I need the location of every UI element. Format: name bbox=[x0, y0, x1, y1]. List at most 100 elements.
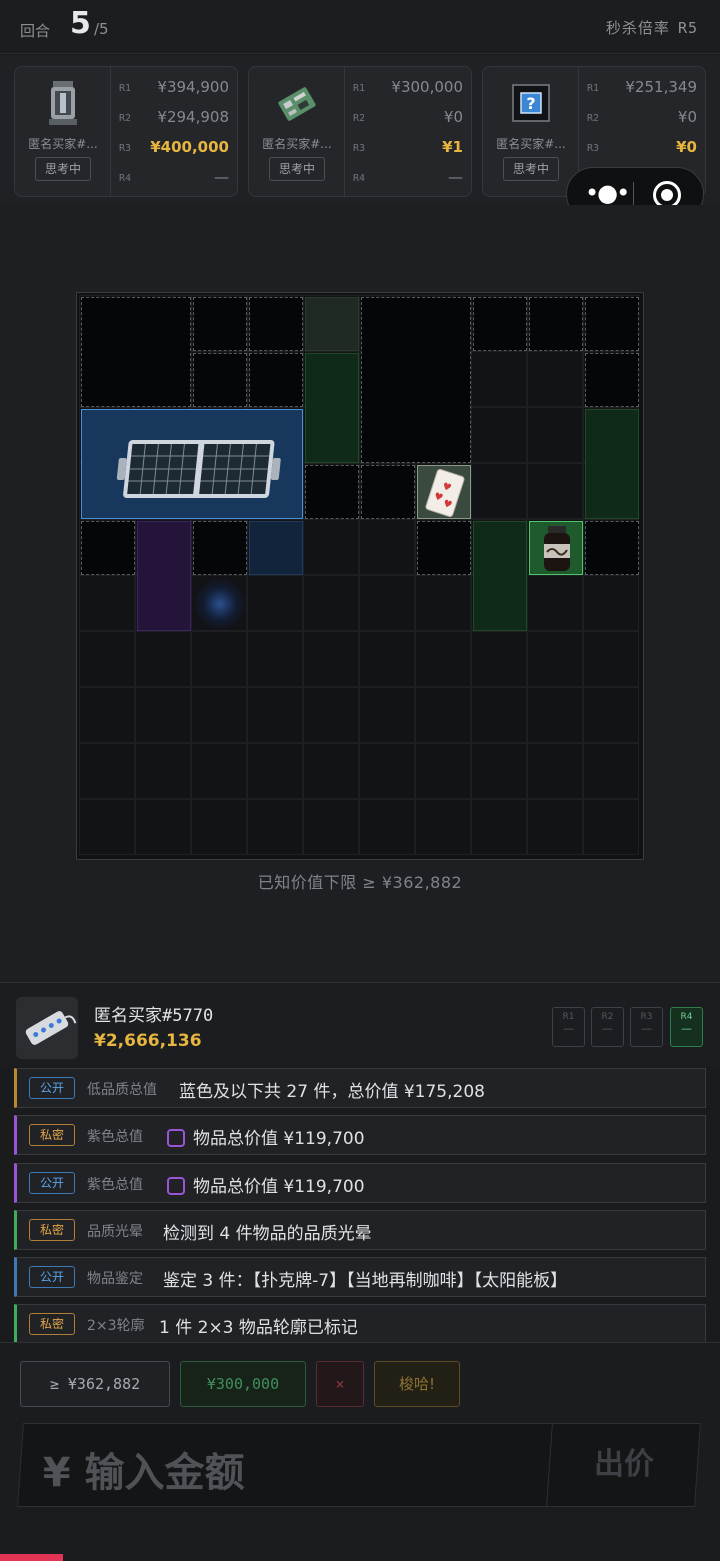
grid-cell[interactable] bbox=[415, 575, 471, 631]
grid-cell[interactable] bbox=[135, 631, 191, 687]
round-chip-r4: R4— bbox=[670, 1007, 703, 1047]
grid-cell[interactable] bbox=[247, 631, 303, 687]
clue-item[interactable]: 公开 低品质总值 蓝色及以下共 27 件，总价值 ¥175,208 bbox=[14, 1068, 706, 1108]
clue-item[interactable]: 私密 2×3轮廓 1 件 2×3 物品轮廓已标记 bbox=[14, 1304, 706, 1342]
clue-text: 蓝色及以下共 27 件，总价值 ¥175,208 bbox=[179, 1082, 485, 1102]
all-in-button[interactable]: 梭哈! bbox=[374, 1361, 460, 1407]
grid-cell[interactable] bbox=[527, 631, 583, 687]
bid-value: ¥394,900 bbox=[157, 78, 229, 96]
grid-cell[interactable] bbox=[303, 799, 359, 855]
clue-text-wrap: 物品总价值 ¥119,700 bbox=[167, 1124, 365, 1149]
clue-item[interactable]: 私密 品质光晕 检测到 4 件物品的品质光晕 bbox=[14, 1210, 706, 1250]
grid-cell[interactable] bbox=[191, 743, 247, 799]
grid-cell[interactable] bbox=[359, 743, 415, 799]
bid-row: R1 ¥300,000 bbox=[353, 75, 467, 105]
grid-cell[interactable] bbox=[583, 631, 639, 687]
green-quality-slot[interactable] bbox=[585, 409, 639, 519]
grid-cell[interactable] bbox=[471, 631, 527, 687]
green-quality-slot[interactable] bbox=[305, 297, 359, 351]
grid-cell[interactable] bbox=[79, 575, 135, 631]
grid-cell[interactable] bbox=[191, 687, 247, 743]
grid-cell[interactable] bbox=[191, 631, 247, 687]
grid-cell[interactable] bbox=[527, 407, 583, 463]
grid-cell[interactable] bbox=[247, 687, 303, 743]
grid-cell[interactable] bbox=[527, 799, 583, 855]
grid-cell[interactable] bbox=[527, 575, 583, 631]
grid-cell[interactable] bbox=[583, 799, 639, 855]
clear-button[interactable]: × bbox=[316, 1361, 364, 1407]
bid-button[interactable]: 出价 bbox=[546, 1424, 700, 1506]
grid-cell[interactable] bbox=[527, 463, 583, 519]
clue-item[interactable]: 公开 紫色总值 物品总价值 ¥119,700 bbox=[14, 1163, 706, 1203]
green-quality-slot[interactable] bbox=[305, 353, 359, 463]
green-quality-slot[interactable] bbox=[473, 521, 527, 631]
grid-cell[interactable] bbox=[583, 575, 639, 631]
grid-cell[interactable] bbox=[247, 743, 303, 799]
grid-cell[interactable] bbox=[303, 519, 359, 575]
grid-cell[interactable] bbox=[527, 743, 583, 799]
round-chip-value: — bbox=[602, 1022, 613, 1035]
grid-cell[interactable] bbox=[359, 799, 415, 855]
grid-cell[interactable] bbox=[303, 743, 359, 799]
grid-cell[interactable] bbox=[415, 687, 471, 743]
grid-cell[interactable] bbox=[135, 687, 191, 743]
blue-quality-slot[interactable] bbox=[249, 521, 303, 575]
purple-quality-slot[interactable] bbox=[137, 521, 191, 631]
grid-cell[interactable] bbox=[471, 407, 527, 463]
grid-cell[interactable] bbox=[303, 687, 359, 743]
grid-cell[interactable] bbox=[471, 799, 527, 855]
bid-value: — bbox=[214, 168, 229, 186]
grid-cell[interactable] bbox=[359, 687, 415, 743]
grid-cell[interactable] bbox=[471, 743, 527, 799]
grid-cell[interactable] bbox=[247, 799, 303, 855]
public-tag: 公开 bbox=[29, 1172, 75, 1194]
grid-cell[interactable] bbox=[359, 631, 415, 687]
buyer-card-2[interactable]: 匿名买家#... 思考中 R1 ¥300,000 R2 ¥0 R3 ¥1 R4 — bbox=[248, 66, 472, 197]
buyer-card-left: 匿名买家#... 思考中 bbox=[249, 67, 345, 196]
grid-cell[interactable] bbox=[135, 743, 191, 799]
grid-cell[interactable] bbox=[415, 799, 471, 855]
buyer-card-1[interactable]: 匿名买家#... 思考中 R1 ¥394,900 R2 ¥294,908 R3 ¥40… bbox=[14, 66, 238, 197]
grid-cell[interactable] bbox=[303, 631, 359, 687]
grid-cell[interactable] bbox=[79, 743, 135, 799]
bid-row: R2 ¥0 bbox=[587, 105, 701, 135]
grid-cell[interactable] bbox=[79, 799, 135, 855]
playing-card-item[interactable]: ♥ ♥ ♥ bbox=[417, 465, 471, 519]
clue-list[interactable]: 公开 低品质总值 蓝色及以下共 27 件，总价值 ¥175,208 私密 紫色总… bbox=[0, 1066, 720, 1342]
hidden-slot bbox=[585, 353, 639, 407]
quick-bid-button[interactable]: ¥300,000 bbox=[180, 1361, 306, 1407]
grid-cell[interactable] bbox=[471, 351, 527, 407]
hidden-slot bbox=[361, 297, 471, 463]
round-tag: R1 bbox=[353, 83, 366, 94]
grid-cell[interactable] bbox=[527, 687, 583, 743]
grid-cell[interactable] bbox=[191, 799, 247, 855]
coffee-jar-item[interactable] bbox=[529, 521, 583, 575]
grid-cell[interactable] bbox=[583, 743, 639, 799]
bid-value: ¥294,908 bbox=[157, 108, 229, 126]
grid-cell[interactable] bbox=[303, 575, 359, 631]
amount-input[interactable]: ¥ 输入金额 出价 bbox=[17, 1423, 701, 1507]
purple-square-icon bbox=[167, 1177, 185, 1195]
grid-cell[interactable] bbox=[415, 743, 471, 799]
grid-cell[interactable] bbox=[79, 631, 135, 687]
min-bid-button[interactable]: ≥ ¥362,882 bbox=[20, 1361, 170, 1407]
grid-cell[interactable] bbox=[471, 463, 527, 519]
grid-cell[interactable] bbox=[527, 351, 583, 407]
grid-cell[interactable] bbox=[359, 575, 415, 631]
private-tag: 私密 bbox=[29, 1313, 75, 1335]
solar-panel-item[interactable] bbox=[81, 409, 303, 519]
clue-item[interactable]: 私密 紫色总值 物品总价值 ¥119,700 bbox=[14, 1115, 706, 1155]
clue-item[interactable]: 公开 物品鉴定 鉴定 3 件：【扑克牌-7】【当地再制咖啡】【太阳能板】 bbox=[14, 1257, 706, 1297]
grid-cell[interactable] bbox=[247, 575, 303, 631]
grid-cell[interactable] bbox=[583, 687, 639, 743]
grid-cell[interactable] bbox=[79, 687, 135, 743]
bid-value: ¥1 bbox=[442, 138, 463, 156]
round-chip-value: — bbox=[641, 1022, 652, 1035]
grid-cell[interactable] bbox=[471, 687, 527, 743]
bid-row: R1 ¥394,900 bbox=[119, 75, 233, 105]
hidden-slot bbox=[81, 297, 191, 407]
grid-cell[interactable] bbox=[359, 519, 415, 575]
grid-cell[interactable] bbox=[135, 799, 191, 855]
grid-cell[interactable] bbox=[415, 631, 471, 687]
bid-row: R4 — bbox=[353, 165, 467, 195]
